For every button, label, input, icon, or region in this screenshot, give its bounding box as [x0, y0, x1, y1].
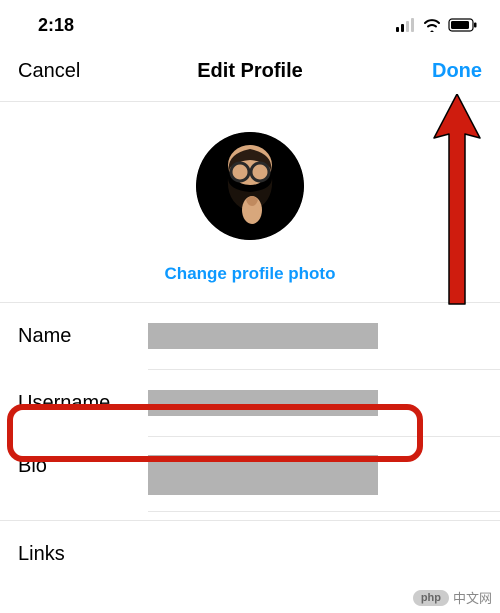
status-bar: 2:18 — [0, 0, 500, 44]
username-row: Username — [0, 370, 500, 436]
battery-icon — [448, 18, 478, 32]
change-profile-photo-button[interactable]: Change profile photo — [165, 264, 336, 284]
nav-bar: Cancel Edit Profile Done — [0, 44, 500, 102]
name-field[interactable] — [148, 323, 378, 349]
status-time: 2:18 — [38, 15, 74, 36]
links-label: Links — [18, 543, 148, 566]
bio-row: Bio — [0, 437, 500, 511]
avatar[interactable] — [196, 132, 304, 240]
profile-photo-section: Change profile photo — [0, 102, 500, 303]
avatar-image — [196, 132, 304, 240]
done-button[interactable]: Done — [402, 60, 482, 83]
cellular-icon — [396, 18, 416, 32]
page-title: Edit Profile — [98, 60, 402, 83]
wifi-icon — [422, 18, 442, 32]
cancel-button[interactable]: Cancel — [18, 60, 98, 83]
bio-label: Bio — [18, 455, 148, 478]
status-icons — [396, 18, 478, 32]
name-label: Name — [18, 325, 148, 348]
watermark-badge: php — [413, 590, 449, 606]
watermark-text: 中文网 — [453, 588, 492, 607]
bio-field[interactable] — [148, 455, 378, 495]
username-label: Username — [18, 392, 148, 415]
links-row[interactable]: Links — [0, 521, 500, 587]
username-field[interactable] — [148, 390, 378, 416]
watermark: php 中文网 — [413, 588, 492, 607]
name-row: Name — [0, 303, 500, 369]
